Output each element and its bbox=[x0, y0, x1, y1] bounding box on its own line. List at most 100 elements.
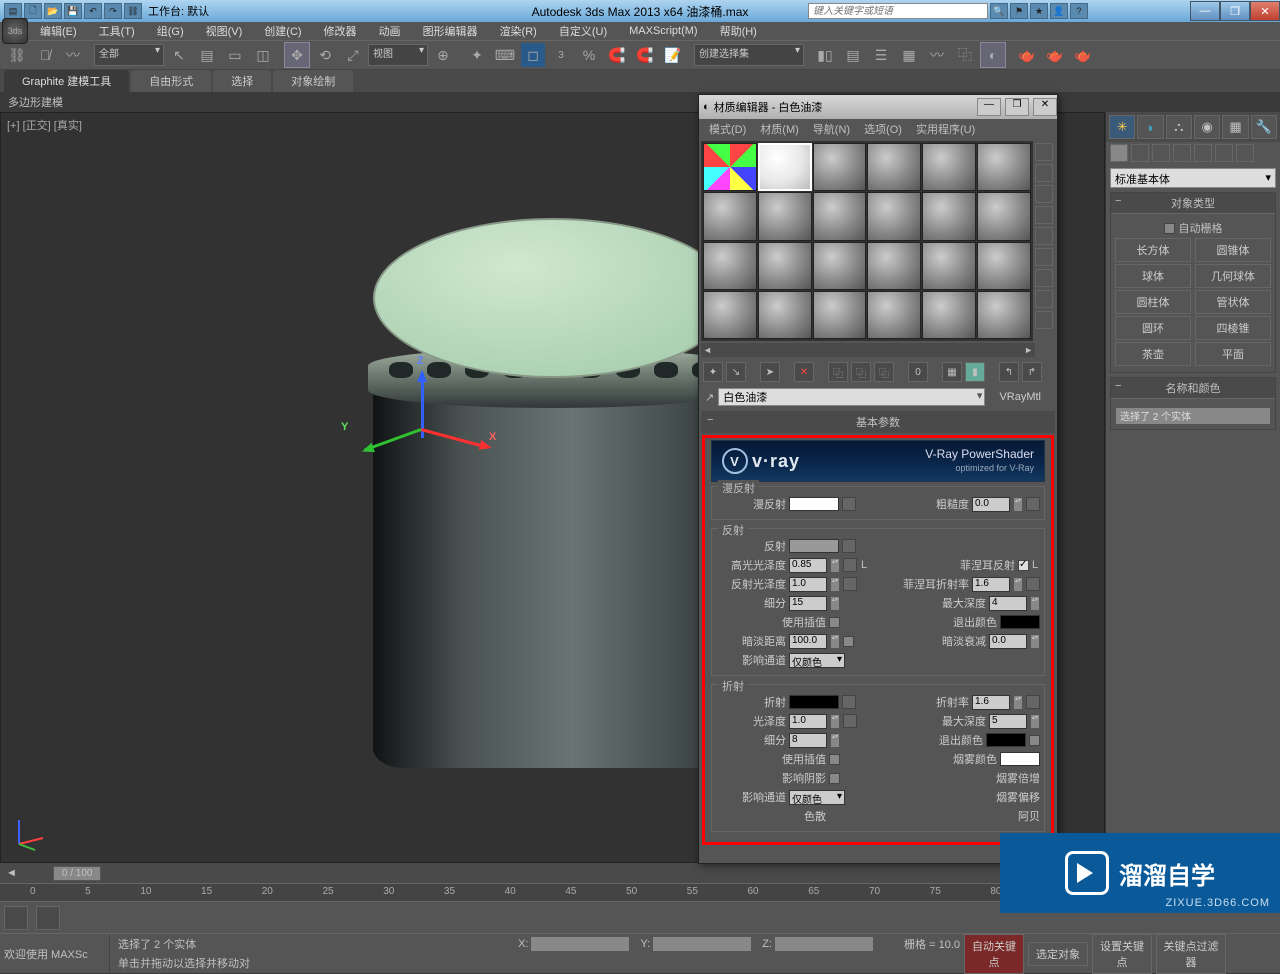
refr-subdiv-spinner[interactable]: 8 bbox=[789, 733, 827, 748]
mirror-icon[interactable]: ▮▯ bbox=[812, 42, 838, 68]
reflgloss-map-button[interactable] bbox=[843, 577, 857, 591]
layers-icon[interactable]: ☰ bbox=[868, 42, 894, 68]
mat-slot[interactable] bbox=[703, 143, 757, 191]
trackbar-icon[interactable] bbox=[4, 906, 28, 930]
mat-slot[interactable] bbox=[922, 192, 976, 240]
mat-slot[interactable] bbox=[922, 291, 976, 339]
select-region-icon[interactable]: ▭ bbox=[222, 42, 248, 68]
spinner-buttons[interactable]: ▴▾ bbox=[1013, 497, 1023, 512]
affect-shadows-checkbox[interactable] bbox=[829, 773, 840, 784]
time-prev-icon[interactable]: ◄ bbox=[0, 867, 23, 879]
mat-slot[interactable] bbox=[922, 242, 976, 290]
trackbar-icon[interactable] bbox=[36, 906, 60, 930]
reflect-color-swatch[interactable] bbox=[789, 539, 839, 553]
mat-slot[interactable] bbox=[977, 143, 1031, 191]
refr-affect-dropdown[interactable]: 仅颜色 bbox=[789, 790, 845, 805]
create-spacewarps-icon[interactable] bbox=[1215, 144, 1233, 162]
mat-slot[interactable] bbox=[977, 242, 1031, 290]
refcoord-dropdown[interactable]: 视图 bbox=[368, 44, 428, 66]
rotate-tool-icon[interactable]: ⟲ bbox=[312, 42, 338, 68]
material-name-input[interactable]: 白色油漆 bbox=[718, 388, 985, 406]
dimdist-spinner[interactable]: 100.0 bbox=[789, 634, 827, 649]
preview-icon[interactable] bbox=[1035, 248, 1053, 266]
pivot-icon[interactable]: ⊕ bbox=[430, 42, 456, 68]
mat-slot[interactable] bbox=[867, 143, 921, 191]
name-color-rollout-header[interactable]: 名称和颜色 bbox=[1111, 378, 1275, 399]
help-search-input[interactable] bbox=[808, 3, 988, 19]
menu-modifiers[interactable]: 修改器 bbox=[314, 21, 367, 41]
render-icon[interactable]: 🫖 bbox=[1070, 42, 1096, 68]
mat-slot[interactable] bbox=[977, 192, 1031, 240]
refract-color-swatch[interactable] bbox=[789, 695, 839, 709]
snap2-icon[interactable]: 🧲 bbox=[632, 42, 658, 68]
reset-icon[interactable]: ✕ bbox=[794, 362, 814, 382]
video-check-icon[interactable] bbox=[1035, 227, 1053, 245]
make-copy-icon[interactable]: ⿻ bbox=[828, 362, 848, 382]
material-editor-titlebar[interactable]: ◐ 材质编辑器 - 白色油漆 — ❐ ✕ bbox=[699, 95, 1057, 119]
menu-help[interactable]: 帮助(H) bbox=[710, 21, 767, 41]
make-unique-icon[interactable]: ⿻ bbox=[851, 362, 871, 382]
show-map-icon[interactable]: ▦ bbox=[942, 362, 962, 382]
fresnelior-spinner[interactable]: 1.6 bbox=[972, 577, 1010, 592]
sphere-button[interactable]: 球体 bbox=[1115, 264, 1191, 288]
ribbon-tab-selection[interactable]: 选择 bbox=[213, 70, 271, 92]
minimize-button[interactable]: — bbox=[1190, 1, 1220, 21]
link-tool-icon[interactable]: ⛓ bbox=[4, 42, 30, 68]
refr-gloss-spinner[interactable]: 1.0 bbox=[789, 714, 827, 729]
go-sibling-icon[interactable]: ↱ bbox=[1022, 362, 1042, 382]
roughness-spinner[interactable]: 0.0 bbox=[972, 497, 1010, 512]
refr-exitcolor-checkbox[interactable] bbox=[1029, 735, 1040, 746]
angle-snap-icon[interactable]: 3 bbox=[548, 42, 574, 68]
editnsel-icon[interactable]: 📝 bbox=[660, 42, 686, 68]
mat-menu-material[interactable]: 材质(M) bbox=[754, 119, 805, 139]
dimfall-spinner[interactable]: 0.0 bbox=[989, 634, 1027, 649]
menu-rendering[interactable]: 渲染(R) bbox=[490, 21, 547, 41]
mat-slot[interactable] bbox=[703, 192, 757, 240]
mat-slot[interactable] bbox=[813, 192, 867, 240]
keyboard-icon[interactable]: ⌨ bbox=[492, 42, 518, 68]
snap-icon[interactable]: ◻ bbox=[520, 42, 546, 68]
menu-tools[interactable]: 工具(T) bbox=[89, 21, 145, 41]
mat-menu-options[interactable]: 选项(O) bbox=[858, 119, 908, 139]
align-icon[interactable]: ▤ bbox=[840, 42, 866, 68]
uv-tile-icon[interactable] bbox=[1035, 206, 1053, 224]
comm-icon[interactable]: ⚑ bbox=[1010, 3, 1028, 19]
autokey-button[interactable]: 自动关键点 bbox=[964, 934, 1024, 974]
named-selection-dropdown[interactable]: 创建选择集 bbox=[694, 44, 804, 66]
assign-icon[interactable]: ➤ bbox=[760, 362, 780, 382]
refr-exitcolor-swatch[interactable] bbox=[986, 733, 1026, 747]
unlink-tool-icon[interactable]: ⛓̸ bbox=[32, 42, 58, 68]
put-library-icon[interactable]: ⿻ bbox=[874, 362, 894, 382]
curve-editor-icon[interactable]: 〰 bbox=[924, 42, 950, 68]
mat-slot[interactable] bbox=[758, 242, 812, 290]
y-input[interactable] bbox=[652, 936, 752, 952]
paint-bucket-model[interactable] bbox=[363, 218, 743, 758]
close-button[interactable]: ✕ bbox=[1250, 1, 1280, 21]
backlight-icon[interactable] bbox=[1035, 164, 1053, 182]
options-icon[interactable] bbox=[1035, 269, 1053, 287]
setkey-button[interactable]: 设置关键点 bbox=[1092, 934, 1152, 974]
spinner-buttons[interactable]: ▴▾ bbox=[1030, 634, 1040, 649]
keyfilter-button[interactable]: 关键点过滤器 bbox=[1156, 934, 1226, 974]
mat-slot[interactable] bbox=[703, 242, 757, 290]
pyramid-button[interactable]: 四棱锥 bbox=[1195, 316, 1271, 340]
cmd-tab-utilities-icon[interactable]: 🔧 bbox=[1251, 115, 1277, 139]
refract-map-button[interactable] bbox=[842, 695, 856, 709]
mat-slot[interactable] bbox=[758, 192, 812, 240]
create-lights-icon[interactable] bbox=[1152, 144, 1170, 162]
mat-menu-modes[interactable]: 模式(D) bbox=[703, 119, 752, 139]
link-icon[interactable]: ⛓ bbox=[124, 3, 142, 19]
app-icon[interactable]: 3ds bbox=[2, 18, 28, 44]
object-name-input[interactable]: 选择了 2 个实体 bbox=[1115, 407, 1271, 425]
refl-interp-checkbox[interactable] bbox=[829, 617, 840, 628]
workspace-label[interactable]: 工作台: 默认 bbox=[148, 3, 209, 19]
ior-map-button[interactable] bbox=[1026, 695, 1040, 709]
cylinder-button[interactable]: 圆柱体 bbox=[1115, 290, 1191, 314]
mat-slot[interactable] bbox=[813, 143, 867, 191]
spinner-buttons[interactable]: ▴▾ bbox=[1030, 596, 1040, 611]
bind-tool-icon[interactable]: 〰 bbox=[60, 42, 86, 68]
mat-slot-active[interactable] bbox=[758, 143, 812, 191]
menu-customize[interactable]: 自定义(U) bbox=[549, 21, 617, 41]
listener-panel[interactable]: 欢迎使用 MAXSc bbox=[0, 934, 110, 973]
mat-slot[interactable] bbox=[867, 192, 921, 240]
